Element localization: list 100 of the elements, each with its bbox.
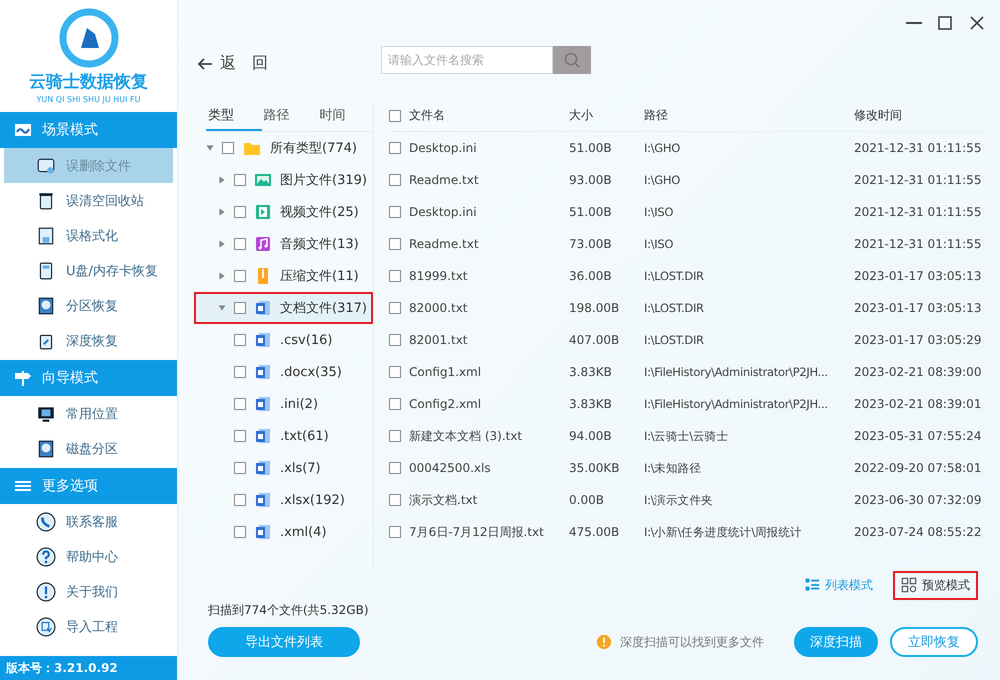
checkbox[interactable] [234, 270, 246, 282]
select-all-checkbox[interactable] [389, 110, 401, 122]
tree-item[interactable]: .docx(35) [194, 356, 373, 388]
checkbox[interactable] [234, 206, 246, 218]
table-cell-text: 演示文档.txt [409, 492, 478, 508]
table-cell-text: 2021-12-31 01:11:55 [854, 173, 982, 187]
sidebar-item[interactable]: 误格式化 [4, 218, 173, 253]
table-cell-text: 2022-09-20 07:58:01 [854, 461, 982, 475]
table-cell-text: I:\ISO [644, 237, 674, 251]
checkbox[interactable] [234, 398, 246, 410]
checkbox[interactable] [234, 302, 246, 314]
info-icon [36, 582, 56, 602]
sidebar-item[interactable]: 导入工程 [4, 609, 173, 644]
caret-right-icon[interactable] [218, 208, 226, 216]
column-header[interactable]: 修改时间 [854, 107, 986, 124]
tree-item[interactable]: .csv(16) [194, 324, 373, 356]
search-field[interactable]: 请输入文件名搜索 [381, 46, 553, 74]
table-cell-text: 73.00B [569, 237, 613, 251]
table-cell-text: 82000.txt [409, 301, 468, 315]
tree-item[interactable]: .xlsx(192) [194, 484, 373, 516]
checkbox[interactable] [389, 270, 401, 282]
sidebar-item[interactable]: 常用位置 [4, 396, 173, 431]
tree-item[interactable]: 视频文件(25) [194, 196, 373, 228]
tree-item[interactable]: 所有类型(774) [194, 132, 373, 164]
tree-item[interactable]: 文档文件(317) [194, 292, 373, 324]
grid-icon [901, 577, 917, 593]
checkbox[interactable] [389, 398, 401, 410]
table-cell-text: 0.00B [569, 493, 605, 507]
sidebar-item[interactable]: 联系客服 [4, 504, 173, 539]
checkbox[interactable] [389, 142, 401, 154]
version-label: 版本号：3.21.0.92 [0, 656, 177, 680]
caret-right-icon[interactable] [218, 176, 226, 184]
tree-item[interactable]: .xml(4) [194, 516, 373, 548]
table-cell-text: Config1.xml [409, 365, 482, 379]
chart-icon [14, 121, 32, 139]
tree-item[interactable]: .txt(61) [194, 420, 373, 452]
back-button[interactable]: 返 [196, 53, 236, 74]
filter-tab[interactable]: 路径 [262, 100, 318, 131]
checkbox[interactable] [389, 366, 401, 378]
tree-item[interactable]: 压缩文件(11) [194, 260, 373, 292]
checkbox[interactable] [234, 494, 246, 506]
checkbox[interactable] [389, 430, 401, 442]
signpost-icon [14, 369, 32, 387]
sidebar-item[interactable]: 帮助中心 [4, 539, 173, 574]
table-cell-text: Config2.xml [409, 397, 482, 411]
table-cell-text: 2021-12-31 01:11:55 [854, 141, 982, 155]
tree-item[interactable]: .xls(7) [194, 452, 373, 484]
table-cell-text: 36.00B [569, 269, 613, 283]
checkbox[interactable] [234, 366, 246, 378]
table-cell-text: 7月6日-7月12日周报.txt [409, 524, 545, 540]
column-header[interactable]: 文件名 [409, 107, 569, 124]
tree-item[interactable]: 图片文件(319) [194, 164, 373, 196]
caret-down-icon[interactable] [206, 144, 214, 152]
column-header[interactable]: 大小 [569, 107, 644, 124]
checkbox[interactable] [234, 462, 246, 474]
filter-tab[interactable]: 时间 [317, 100, 374, 131]
view-mode-button[interactable]: 预览模式 [893, 570, 978, 600]
phone-icon [36, 512, 56, 532]
table-cell-text: 93.00B [569, 173, 613, 187]
filter-tab[interactable]: 类型 [206, 100, 262, 131]
table-cell-text: 94.00B [569, 429, 613, 443]
sidebar-item[interactable]: 关于我们 [4, 574, 173, 609]
caret-right-icon[interactable] [218, 272, 226, 280]
checkbox[interactable] [234, 238, 246, 250]
table-cell-text: I:\FileHistory\Administrator\P2JH... [644, 365, 829, 379]
checkbox[interactable] [389, 174, 401, 186]
table-cell-text: 2021-12-31 01:11:55 [854, 205, 982, 219]
hint-text: 深度扫描可以找到更多文件 [620, 634, 764, 650]
table-cell-text: 82001.txt [409, 333, 468, 347]
table-cell-text: Readme.txt [409, 173, 480, 187]
checkbox[interactable] [234, 430, 246, 442]
sidebar-item[interactable]: U盘/内存卡恢复 [4, 253, 173, 288]
document-icon [254, 459, 272, 477]
checkbox[interactable] [389, 238, 401, 250]
close-icon [968, 14, 986, 32]
table-cell-text: 新建文本文档 (3).txt [409, 428, 524, 444]
checkbox[interactable] [234, 526, 246, 538]
table-cell-text: I:\FileHistory\Administrator\P2JH... [644, 397, 829, 411]
column-header[interactable]: 路径 [644, 107, 854, 124]
sidebar-item[interactable]: 分区恢复 [4, 288, 173, 323]
checkbox[interactable] [234, 174, 246, 186]
tree-item[interactable]: .ini(2) [194, 388, 373, 420]
checkbox[interactable] [389, 462, 401, 474]
checkbox[interactable] [389, 494, 401, 506]
checkbox[interactable] [222, 142, 234, 154]
sidebar-item[interactable]: 深度恢复 [4, 323, 173, 358]
table-cell-text: I:\小新\任务进度统计\周报统计 [644, 524, 803, 540]
checkbox[interactable] [389, 334, 401, 346]
video-icon [254, 203, 272, 221]
caret-down-icon[interactable] [218, 304, 226, 312]
checkbox[interactable] [389, 206, 401, 218]
tree-item[interactable]: 音频文件(13) [194, 228, 373, 260]
checkbox[interactable] [389, 526, 401, 538]
checkbox[interactable] [389, 302, 401, 314]
caret-right-icon[interactable] [218, 240, 226, 248]
checkbox[interactable] [234, 334, 246, 346]
sidebar-item[interactable]: 误清空回收站 [4, 183, 173, 218]
sidebar-item[interactable]: 磁盘分区 [4, 431, 173, 466]
table-cell-text: 35.00KB [569, 461, 620, 475]
table-cell-text: I:\GHO [644, 173, 681, 187]
